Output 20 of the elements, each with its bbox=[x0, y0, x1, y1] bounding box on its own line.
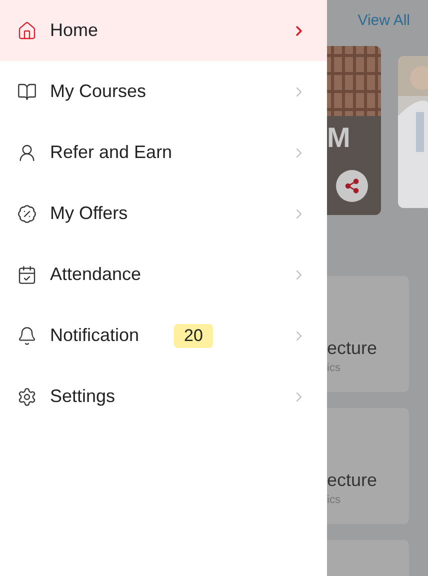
settings-icon bbox=[17, 386, 37, 406]
menu-label: My Courses bbox=[50, 81, 146, 102]
count-badge: 20 bbox=[174, 324, 213, 348]
menu-label: Refer and Earn bbox=[50, 142, 172, 163]
book-icon bbox=[17, 82, 37, 102]
percent-badge-icon bbox=[17, 204, 37, 224]
menu-item[interactable]: Home bbox=[0, 0, 327, 61]
menu-label: Settings bbox=[50, 386, 116, 407]
card-title: ecture bbox=[327, 338, 378, 359]
share-icon bbox=[344, 178, 360, 194]
home-icon bbox=[17, 20, 37, 40]
menu-label: Attendance bbox=[50, 264, 142, 285]
menu-label: Home bbox=[50, 20, 98, 41]
calendar-check-icon bbox=[17, 264, 37, 284]
menu-label: My Offers bbox=[50, 203, 128, 224]
course-title: M bbox=[327, 122, 350, 154]
bell-icon bbox=[17, 326, 37, 346]
menu-label: Notification bbox=[50, 325, 140, 346]
card-title: ecture bbox=[327, 470, 378, 491]
user-icon bbox=[17, 142, 37, 162]
